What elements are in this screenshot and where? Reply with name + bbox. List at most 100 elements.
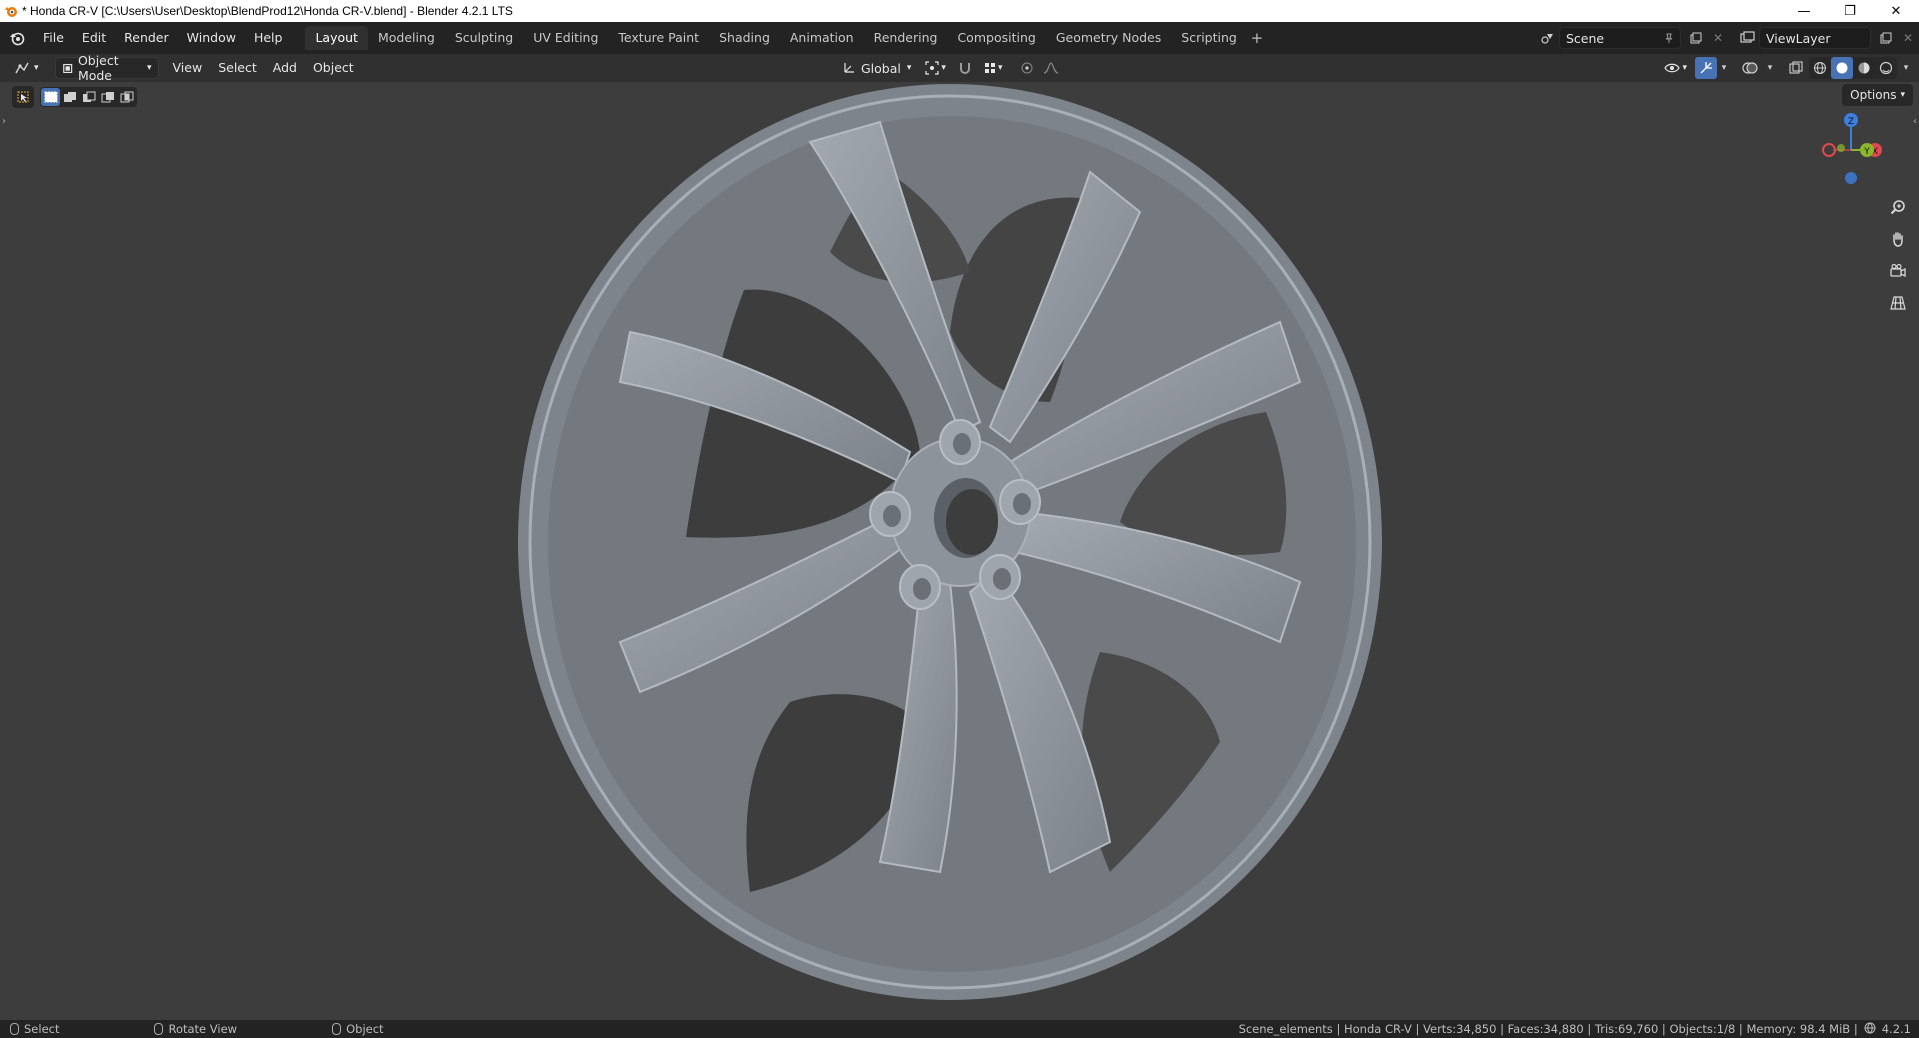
chevron-down-icon: ▾ [941, 63, 946, 73]
tab-texture-paint[interactable]: Texture Paint [608, 26, 709, 50]
navigation-gizmo[interactable]: Z X Y [1811, 106, 1891, 186]
xray-toggle-icon[interactable] [1785, 57, 1807, 79]
scene-field[interactable]: Scene [1559, 27, 1681, 49]
wireframe-shading-icon[interactable] [1809, 57, 1831, 79]
tab-rendering[interactable]: Rendering [864, 26, 948, 50]
viewport-header: ▾ Object Mode ▾ View Select Add Object G… [0, 53, 1919, 83]
gizmo-y-label: Y [1863, 147, 1870, 157]
tab-layout[interactable]: Layout [305, 26, 368, 50]
network-icon [1864, 1022, 1876, 1037]
delete-view-layer-icon[interactable]: ✕ [1897, 27, 1919, 49]
new-scene-icon[interactable] [1685, 27, 1707, 49]
view-layer-icon[interactable] [1737, 27, 1759, 49]
orientation-label: Global [861, 60, 901, 76]
tab-uv-editing[interactable]: UV Editing [523, 26, 608, 50]
pan-hand-icon[interactable] [1885, 226, 1911, 252]
proportional-edit-icon[interactable] [1016, 57, 1038, 79]
blender-logo-icon[interactable] [0, 22, 34, 54]
chevron-down-icon[interactable]: ▾ [1899, 57, 1913, 79]
gizmo-z-label: Z [1848, 117, 1854, 127]
tab-sculpting[interactable]: Sculpting [445, 26, 523, 50]
transform-orientation-dropdown[interactable]: Global ▾ [836, 57, 917, 79]
view-layer-name: ViewLayer [1766, 30, 1831, 46]
menu-window[interactable]: Window [178, 26, 245, 50]
blender-app-icon [0, 0, 22, 22]
menu-object[interactable]: Object [305, 57, 362, 79]
scene-name: Scene [1566, 30, 1605, 46]
tab-modeling[interactable]: Modeling [368, 26, 445, 50]
object-visibility-dropdown[interactable]: ▾ [1658, 57, 1693, 79]
tab-shading[interactable]: Shading [709, 26, 780, 50]
overlays-toggle-icon[interactable] [1739, 57, 1761, 79]
hint-select-label: Select [24, 1022, 60, 1036]
pivot-point-dropdown[interactable]: ▾ [919, 57, 952, 79]
tab-compositing[interactable]: Compositing [947, 26, 1045, 50]
falloff-curve-icon[interactable] [1040, 57, 1062, 79]
chevron-down-icon: ▾ [1682, 63, 1687, 73]
pin-icon[interactable] [1664, 31, 1674, 46]
options-label: Options [1850, 88, 1897, 102]
new-view-layer-icon[interactable] [1875, 27, 1897, 49]
menu-help[interactable]: Help [245, 26, 292, 50]
solid-shading-icon[interactable] [1831, 57, 1853, 79]
menu-render[interactable]: Render [115, 26, 178, 50]
minimize-button[interactable]: — [1781, 0, 1827, 22]
options-dropdown[interactable]: Options ▾ [1842, 84, 1913, 106]
zoom-icon[interactable] [1885, 194, 1911, 220]
window-titlebar: * Honda CR-V [C:\Users\User\Desktop\Blen… [0, 0, 1919, 22]
mouse-right-icon [332, 1023, 342, 1035]
tab-geometry-nodes[interactable]: Geometry Nodes [1046, 26, 1171, 50]
intersect-selection-icon[interactable] [117, 88, 136, 106]
mode-label: Object Mode [77, 53, 119, 83]
tab-scripting[interactable]: Scripting [1171, 26, 1247, 50]
chevron-down-icon: ▾ [147, 63, 152, 73]
menu-add[interactable]: Add [265, 57, 305, 79]
hint-object: Object [332, 1022, 384, 1036]
wheel-model[interactable] [490, 82, 1450, 1020]
chevron-down-icon[interactable]: ▾ [1763, 57, 1777, 79]
tab-animation[interactable]: Animation [780, 26, 864, 50]
add-workspace-button[interactable]: + [1247, 26, 1267, 50]
snap-toggle-icon[interactable] [954, 57, 976, 79]
view-layer-field[interactable]: ViewLayer [1759, 27, 1871, 49]
status-bar: Select Rotate View Object Scene_elements… [0, 1020, 1919, 1038]
selection-mode-group [40, 87, 137, 107]
menu-edit[interactable]: Edit [73, 26, 115, 50]
gizmo-z-negative[interactable] [1845, 172, 1857, 184]
object-mode-icon [62, 63, 72, 73]
extend-selection-icon[interactable] [60, 88, 79, 106]
menu-file[interactable]: File [34, 26, 73, 50]
subtract-selection-icon[interactable] [79, 88, 98, 106]
mouse-left-icon [10, 1023, 19, 1035]
workspace-tabs: Layout Modeling Sculpting UV Editing Tex… [305, 26, 1266, 50]
mode-dropdown[interactable]: Object Mode ▾ [54, 53, 159, 83]
menu-select[interactable]: Select [210, 57, 265, 79]
chevron-down-icon: ▾ [997, 63, 1003, 73]
mouse-middle-icon [154, 1023, 164, 1035]
delete-scene-icon[interactable]: ✕ [1707, 27, 1729, 49]
blender-topbar: File Edit Render Window Help Layout Mode… [0, 22, 1919, 54]
material-preview-icon[interactable] [1853, 57, 1875, 79]
snap-target-dropdown[interactable]: ▾ [978, 57, 1009, 79]
hint-object-label: Object [346, 1022, 384, 1036]
restore-button[interactable]: ❐ [1827, 0, 1873, 22]
select-tool-icon[interactable] [12, 86, 34, 108]
camera-icon[interactable] [1885, 258, 1911, 284]
grid-perspective-icon[interactable] [1885, 290, 1911, 316]
chevron-down-icon[interactable]: ▾ [1717, 57, 1731, 79]
menu-view[interactable]: View [165, 57, 211, 79]
scene-selector-icon[interactable] [1537, 27, 1559, 49]
hint-select: Select [10, 1022, 59, 1036]
gizmo-y-negative[interactable] [1837, 144, 1845, 152]
editor-type-dropdown[interactable]: ▾ [8, 57, 45, 79]
3d-viewport[interactable]: Options ▾ › ‹ Z X Y [0, 82, 1919, 1020]
window-title: * Honda CR-V [C:\Users\User\Desktop\Blen… [22, 4, 513, 18]
close-button[interactable]: ✕ [1873, 0, 1919, 22]
hint-rotate-view: Rotate View [154, 1022, 237, 1036]
invert-selection-icon[interactable] [98, 88, 117, 106]
gizmo-toggle-icon[interactable] [1695, 57, 1717, 79]
rendered-shading-icon[interactable] [1875, 57, 1897, 79]
sidebar-expand-arrow-icon[interactable]: ‹ [1913, 116, 1917, 127]
set-new-selection-icon[interactable] [41, 88, 60, 106]
toolbar-expand-arrow-icon[interactable]: › [2, 116, 6, 127]
